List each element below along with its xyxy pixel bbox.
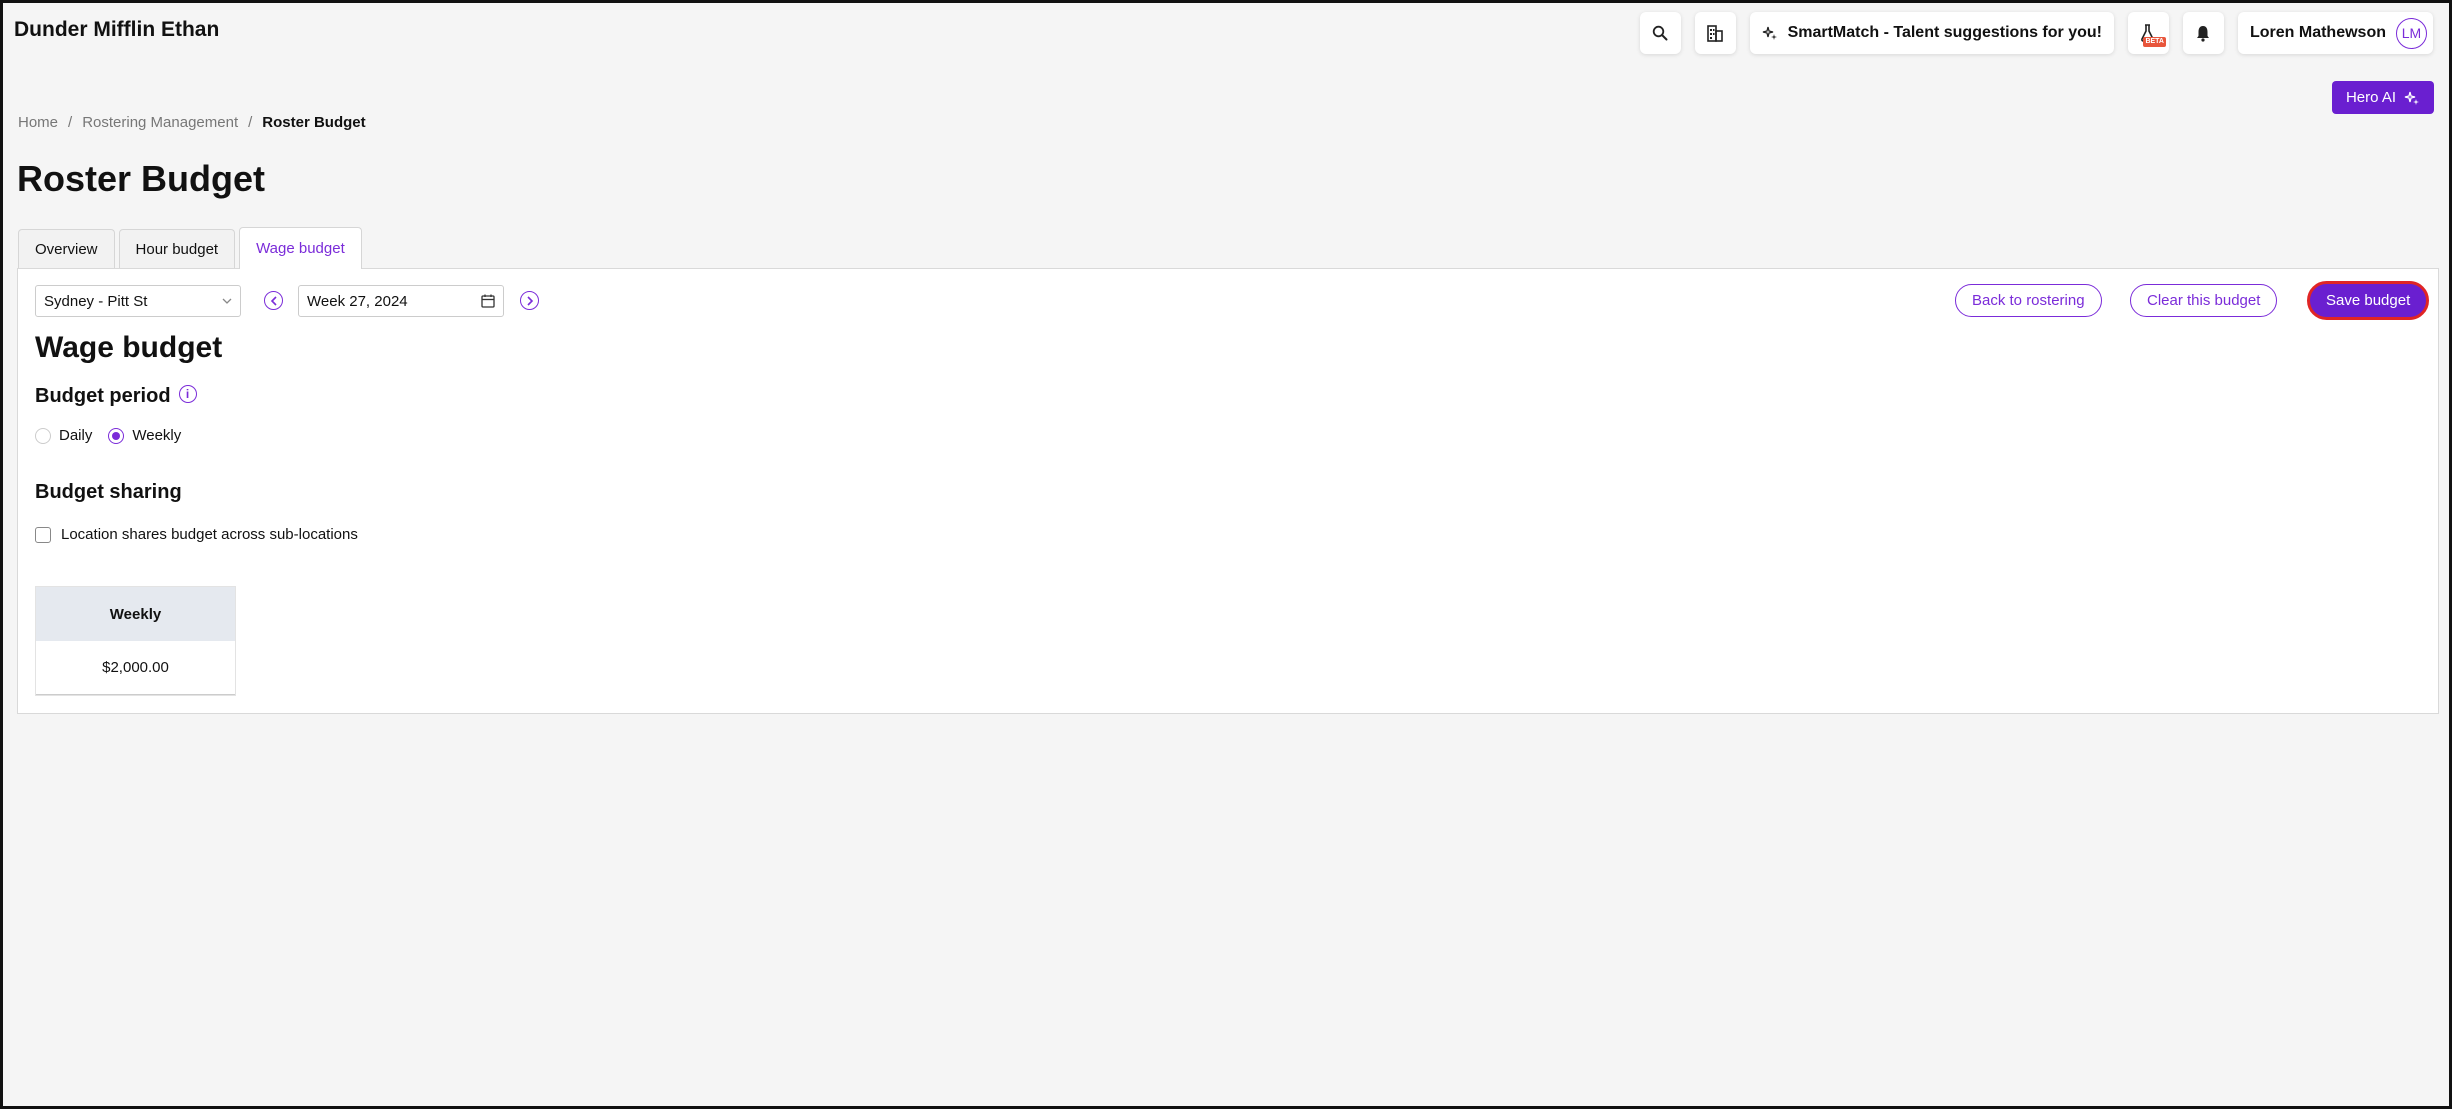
beta-badge: BETA (2143, 37, 2166, 47)
chevron-down-icon (222, 298, 232, 304)
tab-hour-budget[interactable]: Hour budget (118, 229, 236, 269)
hero-ai-label: Hero AI (2345, 89, 2396, 106)
search-button[interactable] (1639, 12, 1681, 54)
budget-table: Weekly $2,000.00 (35, 586, 236, 696)
page-title: Roster Budget (17, 158, 266, 199)
budget-period-label: Budget period (35, 385, 171, 407)
save-budget-button[interactable]: Save budget (2307, 281, 2430, 320)
budget-sharing-heading: Budget sharing (35, 481, 182, 503)
building-icon (1707, 25, 1723, 42)
budget-period-heading: Budget period i (35, 384, 197, 408)
hero-ai-button[interactable]: Hero AI (2331, 81, 2434, 114)
radio-daily-control[interactable] (35, 427, 51, 444)
location-select[interactable]: Sydney - Pitt St (35, 285, 241, 317)
breadcrumb-separator: / (248, 114, 253, 131)
user-menu-button[interactable]: Loren Mathewson LM (2237, 12, 2433, 54)
smartmatch-label: SmartMatch - Talent suggestions for you! (1787, 24, 2102, 41)
tab-overview[interactable]: Overview (18, 229, 115, 269)
wage-budget-panel: Sydney - Pitt St Week 27, 2024 Back to r… (17, 268, 2439, 714)
budget-sharing-label: Location shares budget across sub-locati… (61, 526, 358, 543)
sparkle-icon (1762, 26, 1777, 40)
budget-table-value[interactable]: $2,000.00 (36, 641, 235, 695)
tab-wage-budget[interactable]: Wage budget (239, 227, 362, 269)
radio-daily[interactable]: Daily (35, 427, 92, 444)
search-icon (1652, 25, 1668, 41)
sparkle-icon (2404, 91, 2419, 105)
week-date-input[interactable]: Week 27, 2024 (298, 285, 504, 317)
chevron-left-icon (270, 295, 277, 306)
beta-labs-button[interactable]: BETA (2127, 12, 2169, 54)
radio-weekly-label: Weekly (132, 427, 182, 444)
avatar: LM (2396, 17, 2427, 49)
next-week-button[interactable] (520, 291, 539, 310)
breadcrumb-home[interactable]: Home (18, 114, 58, 131)
location-select-value: Sydney - Pitt St (44, 292, 148, 310)
chevron-right-icon (526, 295, 533, 306)
radio-weekly-control[interactable] (108, 427, 125, 444)
previous-week-button[interactable] (264, 291, 283, 310)
calendar-icon[interactable] (481, 294, 495, 308)
clear-budget-button[interactable]: Clear this budget (2130, 284, 2278, 317)
topbar-actions: SmartMatch - Talent suggestions for you!… (1639, 12, 2433, 54)
breadcrumb: Home / Rostering Management / Roster Bud… (18, 114, 366, 131)
budget-period-options: Daily Weekly (35, 427, 197, 444)
info-icon[interactable]: i (178, 384, 197, 403)
notifications-button[interactable] (2182, 12, 2224, 54)
company-name: Dunder Mifflin Ethan (14, 18, 220, 41)
radio-weekly[interactable]: Weekly (108, 427, 181, 444)
breadcrumb-current: Roster Budget (262, 114, 366, 131)
breadcrumb-separator: / (68, 114, 73, 131)
tab-bar: Overview Hour budget Wage budget (18, 227, 362, 269)
smartmatch-button[interactable]: SmartMatch - Talent suggestions for you! (1749, 12, 2114, 54)
radio-daily-label: Daily (59, 427, 93, 444)
budget-table-header: Weekly (36, 587, 235, 641)
back-to-rostering-button[interactable]: Back to rostering (1955, 284, 2102, 317)
bell-icon (2197, 25, 2210, 42)
user-name: Loren Mathewson (2249, 24, 2386, 41)
wage-budget-heading: Wage budget (35, 331, 223, 364)
budget-sharing-option[interactable]: Location shares budget across sub-locati… (35, 526, 358, 543)
budget-sharing-checkbox[interactable] (35, 526, 51, 543)
breadcrumb-rostering-management[interactable]: Rostering Management (82, 114, 238, 131)
week-date-value: Week 27, 2024 (307, 292, 408, 310)
organisation-button[interactable] (1694, 12, 1736, 54)
